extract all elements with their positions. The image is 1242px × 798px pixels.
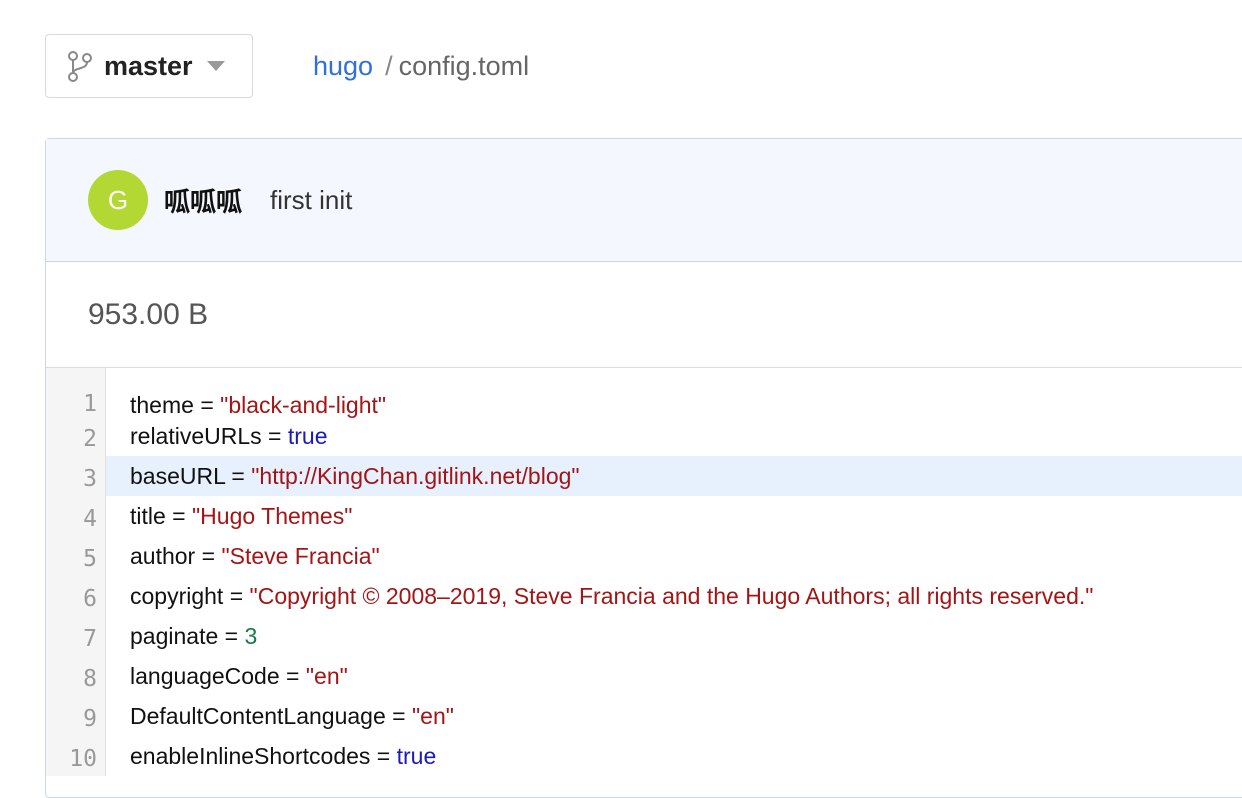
code-text: author = "Steve Francia" bbox=[106, 536, 1242, 576]
code-line: 9 DefaultContentLanguage = "en" bbox=[46, 696, 1242, 736]
code-line: 4 title = "Hugo Themes" bbox=[46, 496, 1242, 536]
code-operator: = bbox=[195, 543, 222, 569]
file-panel: G 呱呱呱 first init 953.00 B 1 theme = "blac… bbox=[45, 138, 1242, 798]
code-value: "Hugo Themes" bbox=[192, 503, 353, 529]
code-key: author bbox=[130, 543, 196, 569]
line-number[interactable]: 10 bbox=[46, 736, 106, 776]
line-number[interactable]: 6 bbox=[46, 576, 106, 616]
code-value: "en" bbox=[411, 703, 454, 729]
code-operator: = bbox=[223, 583, 250, 609]
git-branch-icon bbox=[66, 50, 94, 82]
code-operator: = bbox=[225, 463, 252, 489]
code-text: title = "Hugo Themes" bbox=[106, 496, 1242, 536]
code-operator: = bbox=[261, 423, 288, 449]
code-line: 7 paginate = 3 bbox=[46, 616, 1242, 656]
code-text: languageCode = "en" bbox=[106, 656, 1242, 696]
code-text: theme = "black-and-light" bbox=[106, 376, 1242, 418]
code-key: relativeURLs bbox=[130, 423, 262, 449]
code-value: "Steve Francia" bbox=[221, 543, 380, 569]
code-value: true bbox=[396, 743, 437, 769]
code-value: "Copyright © 2008–2019, Steve Francia an… bbox=[249, 583, 1094, 609]
code-key: theme bbox=[130, 392, 194, 418]
code-line: 1 theme = "black-and-light" bbox=[46, 368, 1242, 418]
code-key: baseURL bbox=[130, 463, 226, 489]
line-number[interactable]: 4 bbox=[46, 496, 106, 536]
breadcrumb-file: config.toml bbox=[398, 50, 530, 81]
code-line: 3 baseURL = "http://KingChan.gitlink.net/… bbox=[46, 456, 1242, 496]
code-line: 5 author = "Steve Francia" bbox=[46, 536, 1242, 576]
branch-selector[interactable]: master bbox=[45, 34, 253, 98]
commit-author[interactable]: 呱呱呱 bbox=[164, 182, 242, 219]
commit-message[interactable]: first init bbox=[270, 185, 352, 216]
code-key: title bbox=[130, 503, 166, 529]
code-operator: = bbox=[165, 503, 193, 529]
line-number[interactable]: 1 bbox=[46, 368, 106, 417]
code-key: paginate bbox=[130, 623, 219, 649]
code-value: "http://KingChan.gitlink.net/blog" bbox=[251, 463, 580, 489]
code-line: 6 copyright = "Copyright © 2008–2019, Ste… bbox=[46, 576, 1242, 616]
line-number[interactable]: 5 bbox=[46, 536, 106, 576]
breadcrumb-repo-link[interactable]: hugo bbox=[313, 51, 373, 82]
code-value: true bbox=[287, 423, 328, 449]
breadcrumb-separator: / bbox=[385, 50, 393, 81]
code-value: "black-and-light" bbox=[220, 392, 387, 418]
file-size-bar: 953.00 B bbox=[46, 262, 1242, 368]
code-operator: = bbox=[385, 703, 412, 729]
code-text: copyright = "Copyright © 2008–2019, Stev… bbox=[106, 576, 1242, 616]
breadcrumb: hugo / config.toml bbox=[313, 51, 529, 82]
avatar[interactable]: G bbox=[88, 170, 148, 230]
file-size: 953.00 B bbox=[88, 297, 209, 331]
code-text: baseURL = "http://KingChan.gitlink.net/b… bbox=[106, 456, 1242, 496]
code-line: 8 languageCode = "en" bbox=[46, 656, 1242, 696]
code-key: enableInlineShortcodes bbox=[130, 743, 371, 769]
code-operator: = bbox=[218, 623, 245, 649]
code-text: DefaultContentLanguage = "en" bbox=[106, 696, 1242, 736]
line-number[interactable]: 9 bbox=[46, 696, 106, 736]
line-number[interactable]: 3 bbox=[46, 456, 106, 496]
code-value: 3 bbox=[244, 623, 258, 649]
line-number[interactable]: 8 bbox=[46, 656, 106, 696]
line-number[interactable]: 7 bbox=[46, 616, 106, 656]
code-text: enableInlineShortcodes = true bbox=[106, 736, 1242, 776]
code-key: languageCode bbox=[130, 663, 280, 689]
code-operator: = bbox=[279, 663, 306, 689]
code-view: 1 theme = "black-and-light" 2 relativeURLs … bbox=[46, 368, 1242, 776]
code-key: DefaultContentLanguage bbox=[130, 703, 386, 729]
code-operator: = bbox=[193, 392, 221, 418]
chevron-down-icon bbox=[206, 61, 225, 71]
code-key: copyright bbox=[130, 583, 224, 609]
line-number[interactable]: 2 bbox=[46, 416, 106, 456]
code-line: 2 relativeURLs = true bbox=[46, 416, 1242, 456]
code-value: "en" bbox=[305, 663, 348, 689]
file-header: master hugo / config.toml bbox=[45, 34, 529, 98]
latest-commit-bar: G 呱呱呱 first init bbox=[46, 139, 1242, 262]
code-text: relativeURLs = true bbox=[106, 416, 1242, 456]
code-line: 10 enableInlineShortcodes = true bbox=[46, 736, 1242, 776]
branch-name: master bbox=[104, 50, 193, 81]
code-text: paginate = 3 bbox=[106, 616, 1242, 656]
code-operator: = bbox=[370, 743, 397, 769]
